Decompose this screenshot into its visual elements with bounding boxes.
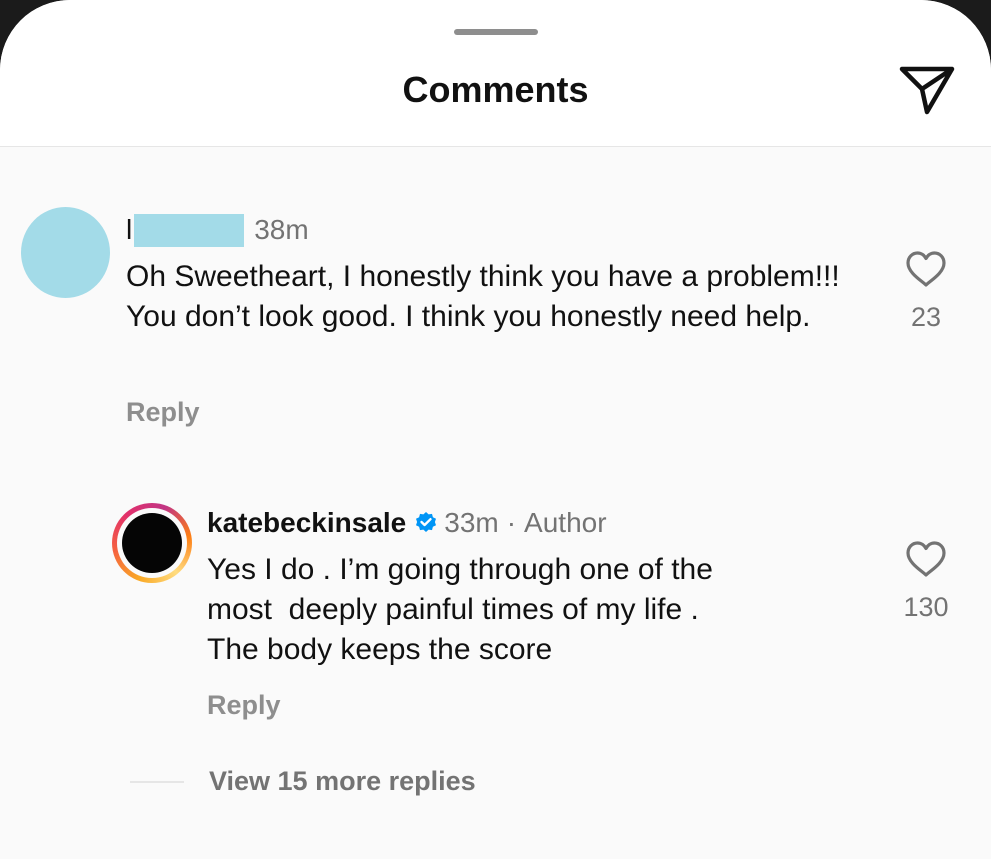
verified-badge-icon <box>416 512 437 532</box>
timestamp: 33m <box>444 507 499 538</box>
comments-header: Comments <box>0 0 991 147</box>
timestamp: 38m <box>254 214 309 245</box>
like-group: 130 <box>896 540 956 623</box>
avatar[interactable] <box>21 207 110 298</box>
page-title: Comments <box>402 69 589 110</box>
comment-meta: l 38m <box>126 210 309 250</box>
view-more-replies-button[interactable]: View 15 more replies <box>130 766 476 797</box>
separator: · <box>506 507 517 538</box>
like-count: 23 <box>910 302 942 332</box>
reply-button[interactable]: Reply <box>207 690 281 721</box>
like-count: 130 <box>903 592 949 622</box>
comment-line: The body keeps the score <box>207 633 553 666</box>
like-group: 23 <box>896 250 956 333</box>
reply-button[interactable]: Reply <box>126 397 200 428</box>
comment-line: Yes I do . I’m going through one of the <box>207 553 713 586</box>
comment-meta: katebeckinsale 33m · Author <box>207 503 607 543</box>
username[interactable]: katebeckinsale <box>207 507 406 539</box>
comment-text: Yes I do . I’m going through one of the … <box>207 550 867 670</box>
author-tag: Author <box>524 507 607 538</box>
drag-handle[interactable] <box>454 29 538 35</box>
comment-text: Oh Sweetheart, I honestly think you have… <box>126 260 840 333</box>
heart-icon[interactable] <box>905 540 947 578</box>
username[interactable]: l <box>126 214 132 246</box>
heart-icon[interactable] <box>905 250 947 288</box>
redaction-block <box>134 213 245 247</box>
divider <box>130 780 184 783</box>
share-button[interactable] <box>896 62 958 118</box>
comment-line: most deeply painful times of my life . <box>207 593 699 626</box>
paper-plane-icon <box>899 66 955 115</box>
view-more-replies-label: View 15 more replies <box>209 766 476 796</box>
avatar <box>122 513 182 573</box>
comments-sheet: Comments l 38m Oh Sweetheart, I honestly… <box>0 0 991 859</box>
story-ring-avatar[interactable] <box>112 503 192 583</box>
